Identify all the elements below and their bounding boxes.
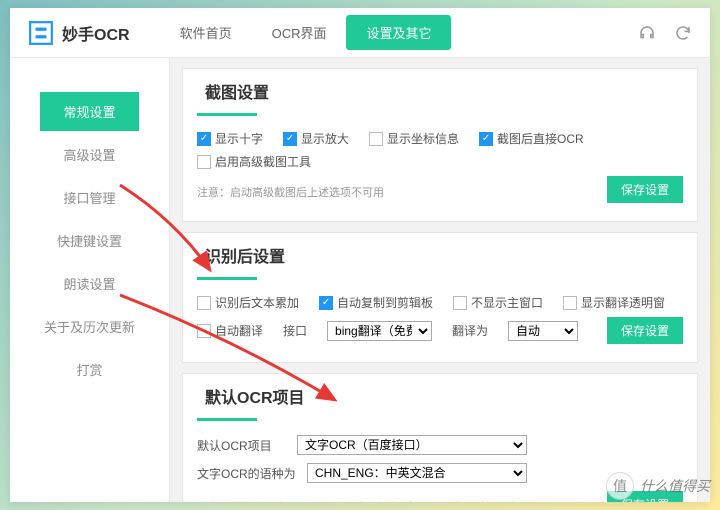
- proj-select[interactable]: 文字OCR（百度接口）: [297, 435, 527, 455]
- lang-label: 文字OCR的语种为: [197, 465, 297, 482]
- watermark-icon: 值: [606, 472, 634, 500]
- sidebar-item-tts[interactable]: 朗读设置: [40, 264, 139, 303]
- note-text: 注意：启动高级截图后上述选项不可用: [197, 184, 384, 200]
- proj-label: 默认OCR项目: [197, 437, 287, 454]
- sidebar-item-hotkey[interactable]: 快捷键设置: [40, 221, 139, 260]
- cb-hide-main[interactable]: 不显示主窗口: [453, 294, 543, 311]
- cb-adv-tool[interactable]: 启用高级截图工具: [197, 153, 311, 170]
- lang-select[interactable]: CHN_ENG：中英文混合: [307, 463, 527, 483]
- watermark: 值 什么值得买: [606, 472, 710, 500]
- screenshot-panel: 截图设置 显示十字 显示放大 显示坐标信息 截图后直接OCR 启用高级截图工具 …: [182, 68, 698, 222]
- to-label: 翻译为: [452, 322, 488, 339]
- port-select[interactable]: bing翻译（免费: [327, 321, 432, 341]
- sidebar-item-api[interactable]: 接口管理: [40, 178, 139, 217]
- save-button[interactable]: 保存设置: [607, 176, 683, 203]
- port-label: 接口: [283, 322, 307, 339]
- recognize-panel: 识别后设置 识别后文本累加 自动复制到剪辑板 不显示主窗口 显示翻译透明窗 自动…: [182, 232, 698, 363]
- tab-ocr[interactable]: OCR界面: [252, 15, 347, 50]
- cb-cross[interactable]: 显示十字: [197, 130, 263, 147]
- cb-clipboard[interactable]: 自动复制到剪辑板: [319, 294, 433, 311]
- watermark-text: 什么值得买: [640, 476, 710, 496]
- sidebar-item-general[interactable]: 常规设置: [40, 92, 139, 131]
- cb-append[interactable]: 识别后文本累加: [197, 294, 299, 311]
- cb-trans-overlay[interactable]: 显示翻译透明窗: [563, 294, 665, 311]
- cb-direct-ocr[interactable]: 截图后直接OCR: [479, 130, 584, 147]
- panel-title: 默认OCR项目: [197, 384, 683, 408]
- panel-title: 截图设置: [197, 79, 683, 103]
- note-text: 注意：选择正确的需要OCR的语种，有助于提升识别率，默认是中: [197, 499, 518, 503]
- panel-title: 识别后设置: [197, 243, 683, 267]
- cb-coords[interactable]: 显示坐标信息: [369, 130, 459, 147]
- sidebar-item-advanced[interactable]: 高级设置: [40, 135, 139, 174]
- refresh-icon[interactable]: [674, 24, 692, 42]
- app-logo-icon: [28, 20, 54, 46]
- headphones-icon[interactable]: [638, 24, 656, 42]
- tab-home[interactable]: 软件首页: [160, 15, 252, 50]
- cb-zoom[interactable]: 显示放大: [283, 130, 349, 147]
- to-select[interactable]: 自动: [508, 321, 578, 341]
- save-button[interactable]: 保存设置: [607, 317, 683, 344]
- cb-auto-translate[interactable]: 自动翻译: [197, 322, 263, 339]
- app-title: 妙手OCR: [62, 21, 130, 45]
- tab-settings[interactable]: 设置及其它: [346, 15, 451, 50]
- sidebar-item-donate[interactable]: 打赏: [40, 350, 139, 389]
- sidebar-item-about[interactable]: 关于及历次更新: [40, 307, 139, 346]
